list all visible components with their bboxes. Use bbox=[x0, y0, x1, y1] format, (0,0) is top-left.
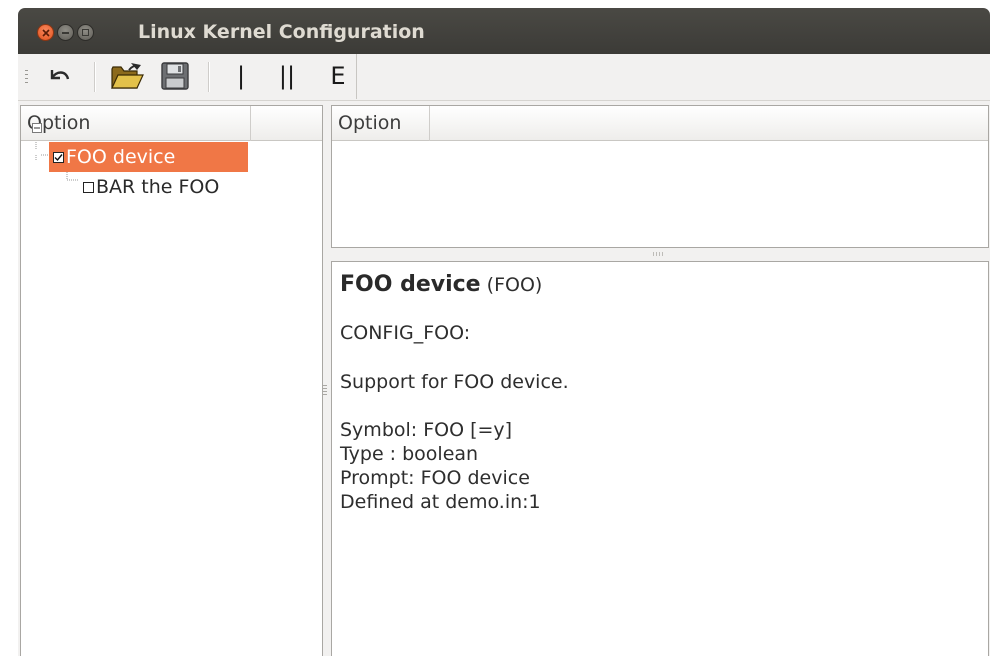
main-area: Option FOO device BAR the FOO Option FOO… bbox=[18, 100, 990, 656]
toolbar-grip[interactable] bbox=[25, 70, 28, 84]
info-pane: FOO device (FOO) CONFIG_FOO: Support for… bbox=[331, 261, 989, 656]
single-view-button[interactable]: | bbox=[226, 58, 256, 94]
undo-icon bbox=[50, 70, 70, 80]
toolbar-separator bbox=[208, 62, 210, 92]
foo-device-checkbox[interactable] bbox=[53, 151, 64, 163]
back-button[interactable] bbox=[40, 58, 78, 94]
info-defined-line: Defined at demo.in:1 bbox=[340, 491, 541, 513]
split-view-icon: || bbox=[278, 62, 296, 90]
toolbar-separator bbox=[94, 62, 96, 92]
vertical-splitter[interactable] bbox=[321, 105, 329, 656]
info-heading: FOO device (FOO) bbox=[340, 273, 980, 297]
info-help: Support for FOO device. bbox=[340, 371, 569, 393]
full-view-icon: E bbox=[330, 62, 346, 90]
info-symbol-line: Symbol: FOO [=y] bbox=[340, 419, 513, 441]
save-button[interactable] bbox=[156, 58, 194, 94]
close-icon bbox=[42, 29, 50, 37]
splitter-grip bbox=[653, 252, 665, 256]
maximize-window-button[interactable] bbox=[77, 24, 94, 41]
info-symbol: (FOO) bbox=[486, 274, 543, 296]
splitter-grip bbox=[323, 385, 327, 397]
collapse-toggle[interactable] bbox=[32, 118, 42, 137]
minus-icon bbox=[32, 123, 42, 133]
toolbar-empty-area bbox=[357, 54, 990, 99]
horizontal-splitter[interactable] bbox=[331, 249, 989, 259]
bar-the-foo-checkbox[interactable] bbox=[83, 181, 94, 193]
info-title: FOO device bbox=[340, 272, 481, 297]
info-prompt-line: Prompt: FOO device bbox=[340, 467, 530, 489]
split-view-button[interactable]: || bbox=[271, 58, 303, 94]
tree-item-label: FOO device bbox=[66, 146, 176, 168]
tree-connector-lines bbox=[35, 142, 49, 160]
minimize-window-button[interactable] bbox=[57, 24, 74, 41]
checkmark-icon bbox=[54, 153, 63, 161]
save-icon bbox=[161, 62, 189, 90]
option-column-header[interactable]: Option bbox=[21, 106, 251, 141]
window-title: Linux Kernel Configuration bbox=[138, 21, 425, 43]
config-tree-pane[interactable]: Option FOO device BAR the FOO bbox=[20, 105, 323, 656]
folder-open-icon bbox=[111, 63, 144, 89]
app-window: Linux Kernel Configuration | || E Option… bbox=[18, 8, 990, 656]
option-list-pane[interactable]: Option bbox=[331, 105, 989, 248]
info-type-line: Type : boolean bbox=[340, 443, 479, 465]
tree-item-label: BAR the FOO bbox=[96, 176, 220, 198]
option-list-header: Option bbox=[332, 106, 988, 141]
close-window-button[interactable] bbox=[37, 24, 54, 41]
full-view-button[interactable]: E bbox=[324, 58, 352, 94]
title-bar[interactable]: Linux Kernel Configuration bbox=[18, 8, 990, 54]
single-view-icon: | bbox=[236, 62, 246, 90]
open-button[interactable] bbox=[106, 58, 148, 94]
toolbar: | || E bbox=[18, 54, 357, 99]
tree-item-foo-device[interactable]: FOO device bbox=[49, 142, 248, 172]
tree-item-bar-the-foo[interactable]: BAR the FOO bbox=[83, 172, 283, 202]
info-config: CONFIG_FOO: bbox=[340, 322, 471, 344]
tree-header: Option bbox=[21, 106, 322, 141]
option-column-header[interactable]: Option bbox=[332, 106, 430, 141]
